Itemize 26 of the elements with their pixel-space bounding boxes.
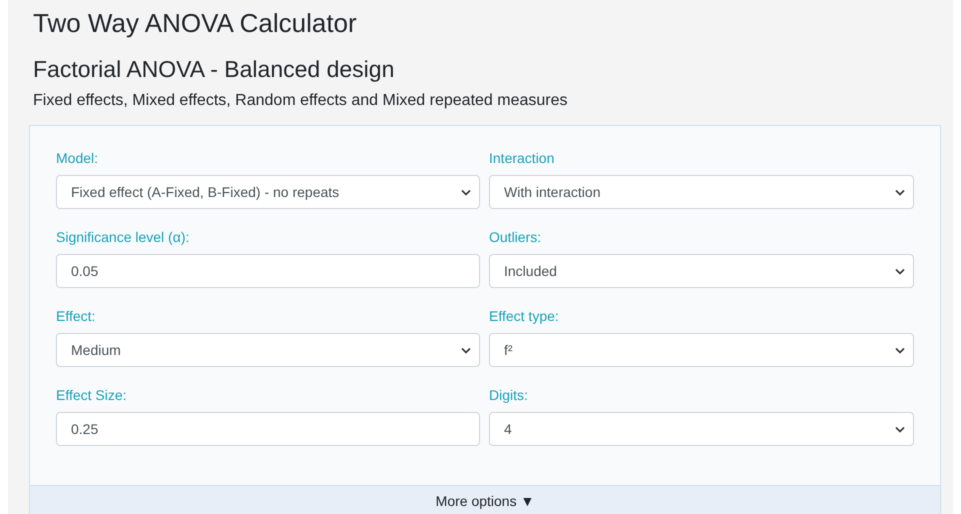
field-label: Effect:	[56, 307, 96, 326]
description-text: Fixed effects, Mixed effects, Random effects and Mixed repeated measures	[32, 91, 568, 111]
dropdown[interactable]: 4	[489, 412, 914, 446]
dropdown[interactable]: Fixed effect (A-Fixed, B-Fixed) - no repeats	[56, 175, 480, 209]
input-field[interactable]: 0.05	[56, 254, 480, 288]
page-title: Two Way ANOVA Calculator	[32, 7, 358, 40]
chevron-down-icon	[895, 188, 905, 196]
field-label: Effect Size:	[56, 386, 128, 405]
chevron-down-icon	[895, 268, 905, 274]
field-label: Model:	[56, 149, 100, 168]
section-heading: Factorial ANOVA - Balanced design	[32, 55, 396, 84]
input-field[interactable]: 0.25	[56, 412, 480, 446]
chevron-down-icon	[461, 188, 471, 196]
field-label: Interaction	[489, 149, 556, 168]
chevron-down-icon	[895, 426, 905, 432]
field-label: Digits:	[489, 386, 529, 405]
chevron-down-icon	[895, 346, 905, 354]
more-options-button[interactable]: More options ▼	[30, 485, 940, 514]
dropdown[interactable]: f²	[489, 333, 914, 367]
chevron-down-icon	[461, 346, 471, 354]
dropdown[interactable]: With interaction	[489, 175, 914, 209]
field-label: Significance level (α):	[56, 228, 190, 247]
dropdown[interactable]: Medium	[56, 333, 480, 367]
dropdown[interactable]: Included	[489, 254, 914, 288]
field-label: Effect type:	[489, 307, 560, 326]
field-label: Outliers:	[489, 228, 542, 247]
